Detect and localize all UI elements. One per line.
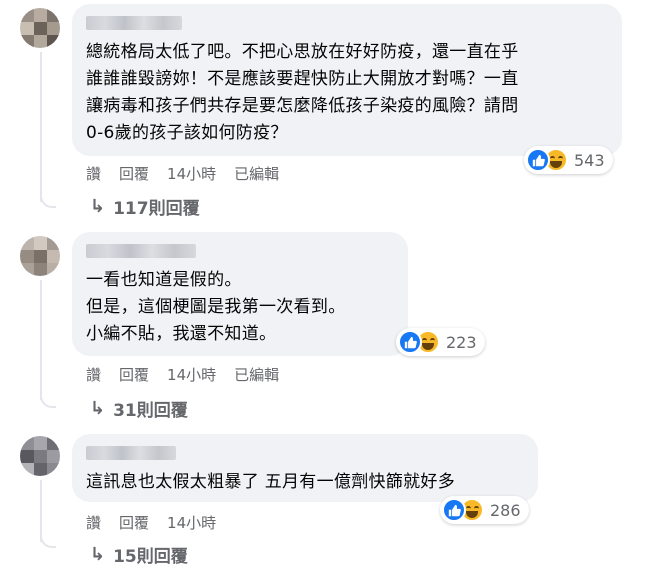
reaction-summary[interactable]: 543	[524, 146, 613, 174]
like-icon	[398, 330, 422, 354]
commenter-name-blurred[interactable]	[86, 446, 176, 460]
thread-curve	[40, 392, 56, 408]
comment-text-line: 總統格局太低了吧。不把心思放在好好防疫，還一直在乎	[86, 42, 519, 62]
comment-bubble: 一看也知道是假的。 但是，這個梗圖是我第一次看到。 小編不貼，我還不知道。	[72, 232, 408, 356]
thread-curve	[40, 192, 56, 208]
reply-button[interactable]: 回覆	[119, 163, 149, 184]
like-button[interactable]: 讚	[86, 364, 101, 385]
reply-arrow-icon: ↳	[90, 398, 106, 419]
reaction-count: 286	[490, 500, 521, 520]
comment-bubble: 這訊息也太假太粗暴了 五月有一億劑快篩就好多	[72, 434, 538, 502]
commenter-name-blurred[interactable]	[86, 244, 196, 258]
reaction-count: 223	[446, 332, 477, 352]
avatar[interactable]	[20, 436, 60, 476]
reply-button[interactable]: 回覆	[119, 512, 149, 533]
timestamp[interactable]: 14小時	[167, 163, 216, 184]
timestamp[interactable]: 14小時	[167, 364, 216, 385]
timestamp[interactable]: 14小時	[167, 512, 216, 533]
replies-count-label: 15則回覆	[113, 547, 188, 567]
edited-label[interactable]: 已編輯	[234, 163, 279, 184]
replies-count-label: 117則回覆	[113, 199, 200, 219]
avatar[interactable]	[20, 236, 60, 276]
reply-button[interactable]: 回覆	[119, 364, 149, 385]
like-icon	[442, 498, 466, 522]
edited-label[interactable]: 已編輯	[234, 364, 279, 385]
reaction-summary[interactable]: 286	[440, 496, 529, 524]
thread-curve	[40, 532, 56, 548]
comment-bubble: 總統格局太低了吧。不把心思放在好好防疫，還一直在乎 誰誰誰毀謗妳！不是應該要趕快…	[72, 4, 622, 156]
comment-actions: 讚 回覆 14小時	[86, 512, 234, 533]
avatar[interactable]	[20, 8, 60, 48]
comment-text-line: 誰誰誰毀謗妳！不是應該要趕快防止大開放才對嗎？一直	[86, 69, 519, 89]
comment-text-line: 這訊息也太假太粗暴了 五月有一億劑快篩就好多	[86, 472, 456, 492]
comment-actions: 讚 回覆 14小時 已編輯	[86, 364, 297, 385]
like-button[interactable]: 讚	[86, 163, 101, 184]
comment-text-line: 但是，這個梗圖是我第一次看到。	[86, 297, 346, 317]
comment-text-line: 0-6歲的孩子該如何防疫？	[86, 123, 288, 143]
comment-actions: 讚 回覆 14小時 已編輯	[86, 163, 297, 184]
reply-arrow-icon: ↳	[90, 544, 106, 565]
comment-text-line: 小編不貼，我還不知道。	[86, 324, 277, 344]
comment-text-line: 一看也知道是假的。	[86, 270, 242, 290]
view-replies-link[interactable]: ↳ 31則回覆	[90, 396, 188, 421]
reply-arrow-icon: ↳	[90, 196, 106, 217]
like-icon	[526, 148, 550, 172]
commenter-name-blurred[interactable]	[86, 16, 182, 30]
thread-line	[40, 280, 42, 400]
reaction-count: 543	[574, 150, 605, 170]
view-replies-link[interactable]: ↳ 15則回覆	[90, 542, 188, 567]
thread-line	[40, 52, 42, 202]
like-button[interactable]: 讚	[86, 512, 101, 533]
comment-text-line: 讓病毒和孩子們共存是要怎麼降低孩子染疫的風險？請問	[86, 96, 519, 116]
replies-count-label: 31則回覆	[113, 401, 188, 421]
view-replies-link[interactable]: ↳ 117則回覆	[90, 194, 200, 219]
reaction-summary[interactable]: 223	[396, 328, 485, 356]
